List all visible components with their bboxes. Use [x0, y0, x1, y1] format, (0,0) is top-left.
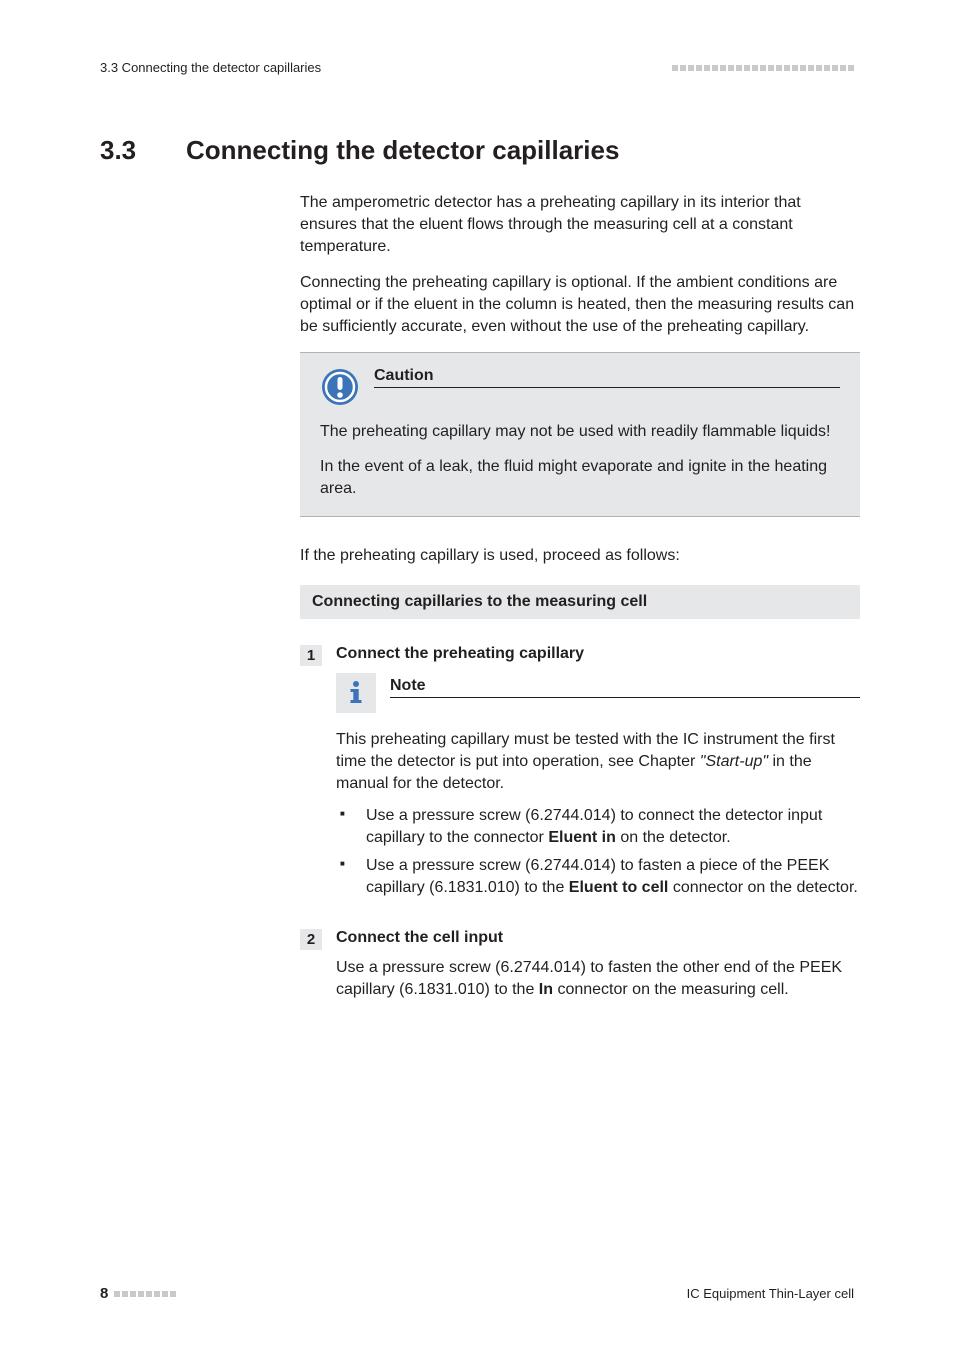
step-1-number: 1	[300, 645, 322, 666]
step-2-number: 2	[300, 929, 322, 950]
running-header: 3.3 Connecting the detector capillaries	[100, 60, 854, 75]
step-2: 2 Connect the cell input Use a pressure …	[300, 929, 860, 1011]
note-callout: Note	[336, 673, 860, 713]
step-1-bullets: Use a pressure screw (6.2744.014) to con…	[336, 805, 860, 899]
intro-paragraph-1: The amperometric detector has a preheati…	[300, 192, 860, 258]
step2-post: connector on the measuring cell.	[553, 981, 789, 998]
section-number: 3.3	[100, 135, 186, 166]
step-1-title: Connect the preheating capillary	[336, 645, 860, 663]
running-header-left: 3.3 Connecting the detector capillaries	[100, 60, 321, 75]
caution-paragraph-2: In the event of a leak, the fluid might …	[320, 456, 840, 500]
lead-paragraph: If the preheating capillary is used, pro…	[300, 545, 860, 567]
step-1-bullet-1: Use a pressure screw (6.2744.014) to con…	[358, 805, 860, 849]
bullet2-post: connector on the detector.	[668, 879, 857, 896]
info-icon	[336, 673, 376, 713]
step-2-title: Connect the cell input	[336, 929, 860, 947]
intro-paragraph-2: Connecting the preheating capillary is o…	[300, 272, 860, 338]
bullet2-bold: Eluent to cell	[569, 879, 669, 896]
page-footer: 8 IC Equipment Thin-Layer cell	[100, 1285, 854, 1302]
bullet1-bold: Eluent in	[548, 829, 616, 846]
section-title-text: Connecting the detector capillaries	[186, 135, 619, 165]
footer-ornament	[114, 1291, 176, 1297]
step-1: 1 Connect the preheating capillary Note	[300, 645, 860, 906]
header-ornament	[672, 65, 854, 71]
caution-title: Caution	[374, 367, 840, 388]
page-number: 8	[100, 1285, 108, 1302]
note-body: This preheating capillary must be tested…	[336, 729, 860, 795]
step-1-bullet-2: Use a pressure screw (6.2744.014) to fas…	[358, 855, 860, 899]
note-title: Note	[390, 677, 860, 698]
section-heading: 3.3Connecting the detector capillaries	[100, 135, 854, 166]
note-body-em: "Start-up"	[700, 753, 768, 770]
caution-callout: Caution The preheating capillary may not…	[300, 352, 860, 516]
procedure-subheading: Connecting capillaries to the measuring …	[300, 585, 860, 619]
caution-icon	[320, 367, 360, 407]
step-2-body: Use a pressure screw (6.2744.014) to fas…	[336, 957, 860, 1001]
bullet1-post: on the detector.	[616, 829, 731, 846]
step2-bold: In	[539, 981, 553, 998]
caution-paragraph-1: The preheating capillary may not be used…	[320, 421, 840, 443]
footer-right: IC Equipment Thin-Layer cell	[687, 1286, 854, 1301]
